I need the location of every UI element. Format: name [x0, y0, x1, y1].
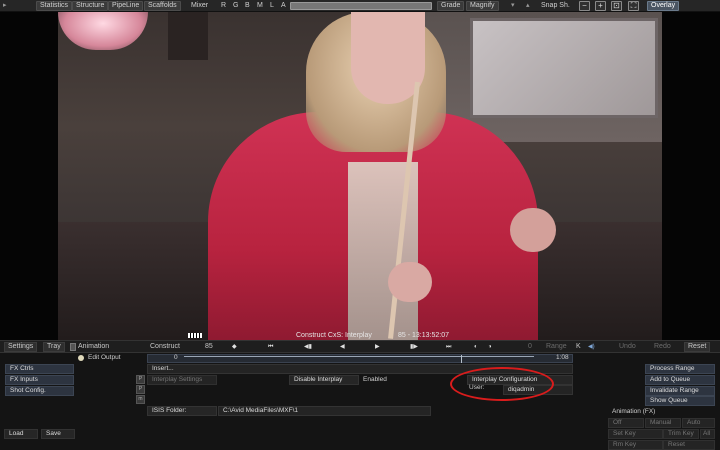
fit-view-icon[interactable]: ⊡: [611, 1, 622, 11]
anim-auto-button[interactable]: Auto: [682, 418, 715, 428]
speaker-icon[interactable]: ◀): [588, 342, 595, 352]
tray-tab[interactable]: Tray: [43, 342, 65, 352]
pipeline-tab[interactable]: PipeLine: [108, 1, 144, 11]
shot-config-button[interactable]: Shot Config.: [5, 386, 74, 396]
loop-out-icon[interactable]: ◑: [488, 342, 492, 352]
play-icon[interactable]: ▶: [375, 342, 380, 352]
tray-dropdown-icon[interactable]: [70, 343, 76, 351]
p-chip-3[interactable]: m: [136, 395, 145, 404]
top-toolbar: ▸ Statistics Structure PipeLine Scaffold…: [0, 0, 720, 12]
frame-lamp: [58, 12, 148, 50]
channel-a-button[interactable]: A: [278, 1, 289, 11]
video-frame: [58, 12, 662, 340]
snapshot-button[interactable]: Snap Sh.: [538, 1, 573, 11]
range-playhead[interactable]: [461, 355, 462, 363]
edit-output-radio-icon[interactable]: [78, 355, 84, 361]
rm-key-button[interactable]: Rm Key: [608, 440, 663, 450]
enabled-status: Enabled: [363, 376, 387, 383]
animation-fx-label: Animation (FX): [612, 408, 656, 415]
range-start-label: 0: [174, 354, 178, 361]
loop-in-icon[interactable]: ◐: [474, 342, 478, 352]
range-end-label: 1:08: [556, 354, 569, 361]
channel-r-button[interactable]: R: [218, 1, 229, 11]
construct-label: Construct: [150, 343, 180, 350]
range-slider[interactable]: 0 1:08: [147, 354, 573, 363]
settings-panel: Edit Output 0 1:08 FX Ctrls FX Inputs Sh…: [0, 353, 720, 450]
scrub-slider[interactable]: [290, 2, 432, 10]
range-start-value: 0: [528, 343, 532, 350]
undo-button[interactable]: Undo: [619, 342, 636, 352]
structure-tab[interactable]: Structure: [72, 1, 109, 11]
disable-interplay-button[interactable]: Disable Interplay: [289, 375, 359, 385]
range-bar: [184, 356, 534, 361]
play-reverse-icon[interactable]: ◀: [340, 342, 345, 352]
save-button[interactable]: Save: [41, 429, 75, 439]
step-back-icon[interactable]: ◀▮: [304, 342, 312, 352]
frame-hand-right: [510, 208, 556, 252]
show-queue-button[interactable]: Show Queue: [645, 396, 715, 406]
fx-ctrls-button[interactable]: FX Ctrls: [5, 364, 74, 374]
annotation-ellipse: [450, 367, 554, 401]
magnify-button[interactable]: Magnify: [466, 1, 499, 11]
anim-reset-button[interactable]: Reset: [663, 440, 715, 450]
triangle-up-icon[interactable]: ▴: [523, 1, 533, 11]
process-range-button[interactable]: Process Range: [645, 364, 715, 374]
frame-shade: [168, 12, 208, 60]
grade-button[interactable]: Grade: [437, 1, 465, 11]
zoom-in-icon[interactable]: +: [595, 1, 606, 11]
settings-tab[interactable]: Settings: [4, 342, 38, 352]
all-button[interactable]: All: [700, 429, 715, 439]
go-to-end-icon[interactable]: ⏭: [446, 342, 451, 352]
animation-tab[interactable]: Animation: [78, 342, 109, 352]
fx-inputs-button[interactable]: FX Inputs: [5, 375, 74, 385]
anim-manual-button[interactable]: Manual: [645, 418, 681, 428]
p-chip-1[interactable]: P: [136, 375, 145, 384]
key-button[interactable]: K: [576, 342, 581, 352]
caption-left: Construct CxS: Interplay: [296, 332, 372, 339]
add-to-queue-button[interactable]: Add to Queue: [645, 375, 715, 385]
frame-number: 85: [205, 343, 213, 350]
frame-hand-left: [388, 262, 432, 302]
frame-window: [470, 18, 658, 118]
channel-g-button[interactable]: G: [230, 1, 241, 11]
menu-arrow-icon[interactable]: ▸: [0, 1, 8, 11]
range-button[interactable]: Range: [546, 342, 567, 352]
zoom-out-icon[interactable]: −: [579, 1, 590, 11]
scaffolds-tab[interactable]: Scaffolds: [144, 1, 181, 11]
invalidate-range-button[interactable]: Invalidate Range: [645, 386, 715, 396]
expand-icon[interactable]: ⛶: [628, 1, 639, 11]
timeline-bar: Settings Tray Animation Construct 85 ◆ ⏮…: [0, 340, 720, 353]
mixer-label[interactable]: Mixer: [188, 1, 211, 11]
viewer-caption: Construct CxS: Interplay 85 - 13:13:52:0…: [58, 331, 662, 340]
trim-key-button[interactable]: Trim Key: [663, 429, 699, 439]
channel-b-button[interactable]: B: [242, 1, 253, 11]
transport-mark-icon[interactable]: ◆: [232, 342, 237, 352]
caption-right: 85 - 13:13:52:07: [398, 332, 449, 339]
timecode-marker-icon: [188, 333, 202, 338]
interplay-settings-button[interactable]: Interplay Settings: [147, 375, 217, 385]
set-key-button[interactable]: Set Key: [608, 429, 663, 439]
redo-button[interactable]: Redo: [654, 342, 671, 352]
load-button[interactable]: Load: [4, 429, 38, 439]
p-chip-2[interactable]: P: [136, 385, 145, 394]
edit-output-label[interactable]: Edit Output: [88, 353, 121, 363]
anim-off-button[interactable]: Off: [608, 418, 644, 428]
step-forward-icon[interactable]: ▮▶: [410, 342, 418, 352]
channel-m-button[interactable]: M: [254, 1, 266, 11]
isis-folder-label: ISIS Folder:: [147, 406, 217, 416]
isis-folder-field[interactable]: C:\Avid MediaFiles\MXF\1: [218, 406, 431, 416]
reset-button[interactable]: Reset: [684, 342, 711, 352]
statistics-tab[interactable]: Statistics: [36, 1, 73, 11]
overlay-button[interactable]: Overlay: [647, 1, 679, 11]
dropdown-arrow-icon[interactable]: ▾: [508, 1, 518, 11]
viewer[interactable]: Construct CxS: Interplay 85 - 13:13:52:0…: [0, 12, 720, 340]
go-to-start-icon[interactable]: ⏮: [268, 342, 273, 352]
channel-l-button[interactable]: L: [267, 1, 277, 11]
